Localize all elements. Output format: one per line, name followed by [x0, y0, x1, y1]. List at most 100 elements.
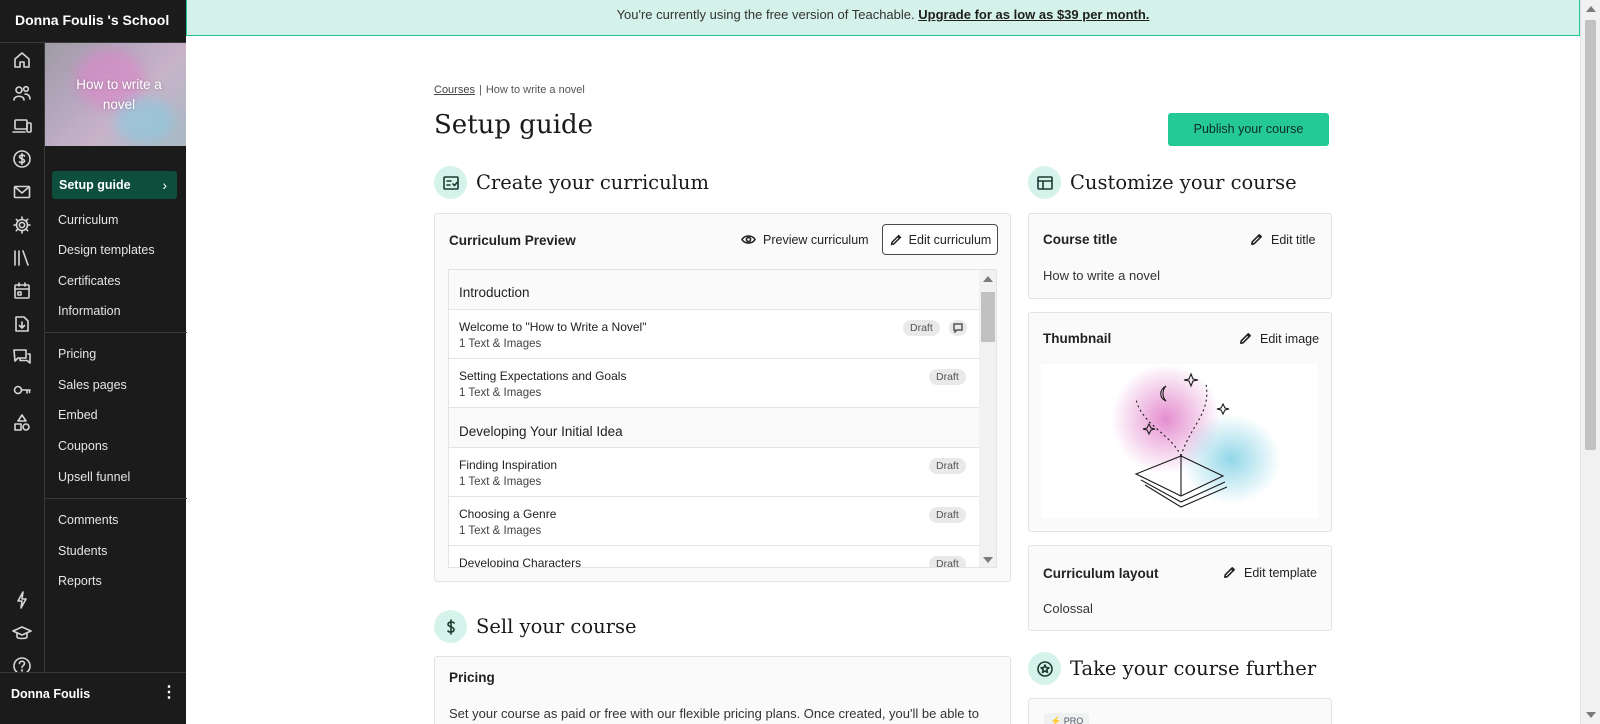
- sidebar-item-sales-pages[interactable]: Sales pages: [58, 378, 127, 392]
- settings-icon[interactable]: [10, 213, 34, 237]
- users-icon[interactable]: [10, 81, 34, 105]
- sidebar-item-students[interactable]: Students: [58, 544, 107, 558]
- more-options-icon[interactable]: ⋮: [161, 673, 177, 713]
- upgrade-link[interactable]: Upgrade for as low as $39 per month.: [918, 7, 1149, 22]
- dollar-icon: [434, 610, 467, 643]
- page-scrollbar[interactable]: [1580, 0, 1600, 724]
- comments-icon[interactable]: [10, 345, 34, 369]
- sidebar-item-curriculum[interactable]: Curriculum: [58, 213, 118, 227]
- pricing-card: Pricing Set your course as paid or free …: [434, 656, 1011, 724]
- pro-badge-label: PRO: [1063, 716, 1084, 724]
- scroll-down-arrow[interactable]: [1586, 712, 1596, 718]
- course-title-value: How to write a novel: [1043, 268, 1161, 283]
- edit-image-button[interactable]: Edit image: [1238, 331, 1319, 346]
- breadcrumb-current: How to write a novel: [485, 84, 585, 96]
- lecture-row[interactable]: Setting Expectations and Goals 1 Text & …: [449, 359, 979, 408]
- scroll-down-arrow[interactable]: [983, 557, 993, 563]
- section-title: Take your course further: [1070, 657, 1317, 680]
- divider: [45, 332, 187, 333]
- pencil-icon: [1251, 234, 1262, 245]
- dollar-icon[interactable]: [10, 147, 34, 171]
- lecture-row[interactable]: Choosing a Genre 1 Text & Images Draft: [449, 497, 979, 546]
- star-badge-icon: [1028, 652, 1061, 685]
- sidebar-item-pricing[interactable]: Pricing: [58, 347, 96, 361]
- library-icon[interactable]: [10, 246, 34, 270]
- sidebar-item-information[interactable]: Information: [58, 304, 121, 318]
- lecture-title: Finding Inspiration: [459, 458, 558, 472]
- lecture-subtitle: 1 Text & Images: [459, 476, 542, 488]
- breadcrumb-courses-link[interactable]: Courses: [434, 84, 475, 96]
- card-title: Course title: [1043, 232, 1118, 247]
- icon-rail: [0, 0, 44, 724]
- course-thumbnail[interactable]: How to write a novel: [45, 43, 186, 146]
- section-title: Customize your course: [1070, 171, 1297, 194]
- pro-badge: ⚡ PRO: [1044, 713, 1090, 724]
- sidebar-item-certificates[interactable]: Certificates: [58, 274, 121, 288]
- scroll-up-arrow[interactable]: [1586, 6, 1596, 12]
- edit-template-button[interactable]: Edit template: [1222, 565, 1317, 580]
- status-badge: Draft: [929, 507, 966, 523]
- lecture-title: Developing Characters: [459, 556, 582, 568]
- button-label: Edit curriculum: [908, 232, 992, 247]
- sidebar-item-setup-guide[interactable]: Setup guide ›: [52, 171, 177, 199]
- layout-icon: [1028, 166, 1061, 199]
- card-title: Curriculum layout: [1043, 566, 1159, 581]
- edit-curriculum-button[interactable]: Edit curriculum: [882, 224, 998, 255]
- curriculum-list: Introduction Welcome to "How to Write a …: [448, 269, 997, 568]
- key-icon[interactable]: [10, 378, 34, 402]
- button-label: Preview curriculum: [763, 232, 869, 247]
- curriculum-section-introduction[interactable]: Introduction: [449, 270, 979, 310]
- card-title: Thumbnail: [1043, 331, 1112, 346]
- card-title: Curriculum Preview: [449, 233, 576, 248]
- home-icon[interactable]: [10, 48, 34, 72]
- sidebar-item-reports[interactable]: Reports: [58, 574, 102, 588]
- book-illustration: [1111, 364, 1281, 508]
- courses-icon[interactable]: [10, 114, 34, 138]
- course-sidebar: How to write a novel Setup guide › Curri…: [44, 43, 187, 724]
- further-section-header: Take your course further: [1028, 652, 1316, 685]
- banner-text: You're currently using the free version …: [616, 7, 915, 22]
- user-name: Donna Foulis: [11, 687, 91, 701]
- sidebar-item-upsell-funnel[interactable]: Upsell funnel: [58, 470, 130, 484]
- scrollbar-thumb[interactable]: [1585, 20, 1596, 450]
- edit-title-button[interactable]: Edit title: [1249, 232, 1315, 247]
- graduation-icon[interactable]: [10, 621, 34, 645]
- curriculum-scrollbar[interactable]: [979, 270, 996, 567]
- school-name[interactable]: Donna Foulis 's School: [0, 0, 186, 43]
- publish-course-button[interactable]: Publish your course: [1168, 113, 1329, 146]
- curriculum-layout-card: Curriculum layout Edit template Colossal: [1028, 545, 1332, 631]
- curriculum-section-developing-idea[interactable]: Developing Your Initial Idea: [449, 408, 979, 448]
- sidebar-item-design-templates[interactable]: Design templates: [58, 243, 155, 257]
- comment-icon: [949, 320, 967, 336]
- lecture-title: Choosing a Genre: [459, 507, 557, 521]
- lecture-row[interactable]: Developing Characters Draft: [449, 546, 979, 568]
- lecture-row[interactable]: Welcome to "How to Write a Novel" 1 Text…: [449, 310, 979, 359]
- calendar-icon[interactable]: [10, 279, 34, 303]
- sidebar-item-comments[interactable]: Comments: [58, 513, 118, 527]
- status-badge: Draft: [929, 458, 966, 474]
- lecture-subtitle: 1 Text & Images: [459, 525, 542, 537]
- sidebar-item-coupons[interactable]: Coupons: [58, 439, 108, 453]
- pricing-description: Set your course as paid or free with our…: [449, 706, 979, 721]
- lecture-row[interactable]: Finding Inspiration 1 Text & Images Draf…: [449, 448, 979, 497]
- card-title: Pricing: [449, 670, 495, 685]
- user-menu[interactable]: Donna Foulis ⋮: [0, 672, 186, 724]
- section-title: Sell your course: [476, 615, 637, 638]
- pencil-icon: [1224, 567, 1235, 578]
- scroll-up-arrow[interactable]: [983, 276, 993, 282]
- status-badge: Draft: [929, 556, 966, 567]
- scrollbar-thumb[interactable]: [981, 292, 995, 342]
- shapes-icon[interactable]: [10, 411, 34, 435]
- preview-curriculum-button[interactable]: Preview curriculum: [741, 232, 869, 247]
- lightning-icon[interactable]: [10, 588, 34, 612]
- mail-icon[interactable]: [10, 180, 34, 204]
- customize-section-header: Customize your course: [1028, 166, 1297, 199]
- thumbnail-image: [1041, 364, 1318, 518]
- curriculum-section-header: Create your curriculum: [434, 166, 709, 199]
- download-icon[interactable]: [10, 312, 34, 336]
- sidebar-item-label: Setup guide: [59, 178, 131, 192]
- pencil-icon: [890, 234, 902, 245]
- sidebar-item-embed[interactable]: Embed: [58, 408, 98, 422]
- button-label: Edit template: [1244, 565, 1317, 580]
- divider: [45, 498, 187, 499]
